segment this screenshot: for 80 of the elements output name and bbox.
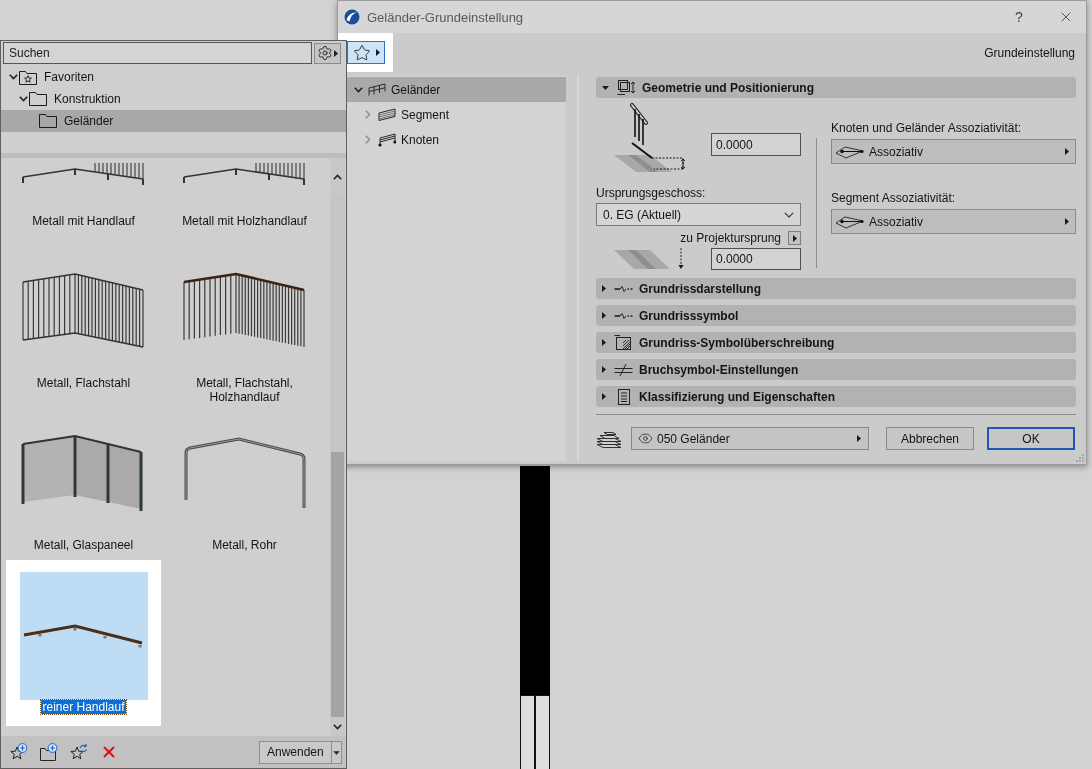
thumbnail-label: Metall, Glaspaneel <box>32 538 135 552</box>
caret-right-icon <box>857 435 861 442</box>
tree-item[interactable]: Favoriten <box>1 66 346 88</box>
caret-right-icon <box>792 234 797 242</box>
chevron-down-icon[interactable] <box>333 723 342 730</box>
associativity-label: Segment Assoziativität: <box>831 191 957 205</box>
geometry-icon <box>617 79 636 96</box>
section-header[interactable]: Geometrie und Positionierung <box>596 77 1076 98</box>
thumbnail-label: Metall, Flachstahl <box>35 376 132 390</box>
thumbnail-item[interactable]: Metall mit Holzhandlauf <box>167 163 322 236</box>
story-label: Ursprungsgeschoss: <box>596 186 707 200</box>
star-arrows-icon[interactable] <box>70 743 88 761</box>
tree-item[interactable]: Geländer <box>345 77 566 102</box>
section-header[interactable]: Klassifizierung und Eigenschaften <box>596 386 1076 407</box>
chevron-up-icon[interactable] <box>333 174 342 180</box>
caret-right-icon <box>376 49 380 56</box>
resize-grip-icon[interactable] <box>1076 454 1084 462</box>
ok-button[interactable]: OK <box>987 427 1075 450</box>
star-icon <box>353 43 371 62</box>
settings-button[interactable] <box>314 42 341 64</box>
scrollbar-thumb[interactable] <box>331 452 344 717</box>
gear-icon <box>317 45 333 61</box>
thumbnail-item[interactable]: reiner Handlauf <box>6 560 161 726</box>
thumbnail-label: Metall, Flachstahl, Holzhandlauf <box>195 376 294 404</box>
story-dropdown[interactable]: 0. EG (Aktuell) <box>596 203 801 226</box>
section-header[interactable]: Grundriss-Symbolüberschreibung <box>596 332 1076 353</box>
app-logo-icon <box>344 9 360 25</box>
thumbnail-label: Metall, Rohr <box>211 538 278 552</box>
layer-icon <box>596 429 622 448</box>
associativity-label: Knoten und Geländer Assoziativität: <box>831 121 1023 135</box>
folder-icon <box>29 92 47 106</box>
section-header[interactable]: Grundrisssymbol <box>596 305 1076 326</box>
layer-dropdown[interactable]: 050 Geländer <box>631 427 869 450</box>
thumbnail-item[interactable]: Metall, Glaspaneel <box>6 398 161 560</box>
tree-item[interactable]: Geländer <box>1 110 346 132</box>
offset-label: zu Projektursprung <box>680 231 781 245</box>
mode-label: Grundeinstellung <box>984 45 1075 60</box>
chevron-down-icon[interactable] <box>353 86 363 93</box>
chevron-down-icon[interactable] <box>8 74 18 80</box>
chevron-down-icon <box>784 211 794 218</box>
segment-icon <box>378 108 396 121</box>
caret-down-icon[interactable] <box>331 741 341 763</box>
folder-star-icon <box>19 69 37 85</box>
tree-item[interactable]: Segment <box>345 102 566 127</box>
slab-offset-drawing <box>614 248 686 270</box>
caret-right-icon <box>1065 218 1069 225</box>
node-icon <box>378 132 396 147</box>
folder-plus-icon[interactable] <box>40 743 58 761</box>
star-plus-icon[interactable] <box>10 743 28 761</box>
hatched-square-icon <box>614 334 633 351</box>
delete-icon[interactable] <box>100 743 118 761</box>
caret-right-icon <box>1065 148 1069 155</box>
chevron-down-icon[interactable] <box>18 96 28 102</box>
associativity-icon <box>835 214 865 229</box>
railing-height-drawing <box>614 103 686 173</box>
folder-icon <box>39 114 57 128</box>
associativity-dropdown[interactable]: Assoziativ <box>831 209 1076 234</box>
apply-button[interactable]: Anwenden <box>259 740 342 764</box>
break-line-icon <box>614 361 633 378</box>
section-header[interactable]: Grundrissdarstellung <box>596 278 1076 299</box>
eye-icon <box>638 431 653 446</box>
associativity-dropdown[interactable]: Assoziativ <box>831 139 1076 164</box>
offset-field[interactable]: 0.0000 <box>711 248 801 270</box>
search-field[interactable]: Suchen <box>3 42 312 64</box>
railing-icon <box>368 83 386 96</box>
tree-item[interactable]: Knoten <box>345 127 566 152</box>
height-field[interactable]: 0.0000 <box>711 133 801 156</box>
cancel-button[interactable]: Abbrechen <box>886 427 974 450</box>
thumbnail-item[interactable]: Metall, Flachstahl <box>6 236 161 398</box>
thumbnail-label: Metall mit Handlauf <box>31 214 136 228</box>
thumbnail-label: reiner Handlauf <box>41 700 126 714</box>
arrow-button[interactable] <box>788 231 801 245</box>
tree-item[interactable]: Konstruktion <box>1 88 346 110</box>
associativity-icon <box>835 144 865 159</box>
favorites-button[interactable] <box>347 41 385 64</box>
help-button[interactable]: ? <box>999 2 1039 32</box>
section-header[interactable]: Bruchsymbol-Einstellungen <box>596 359 1076 380</box>
thumbnail-label: Metall mit Holzhandlauf <box>181 214 308 228</box>
thumbnail-item[interactable]: Metall mit Handlauf <box>6 163 161 236</box>
window-title: Geländer-Grundeinstellung <box>367 9 524 25</box>
